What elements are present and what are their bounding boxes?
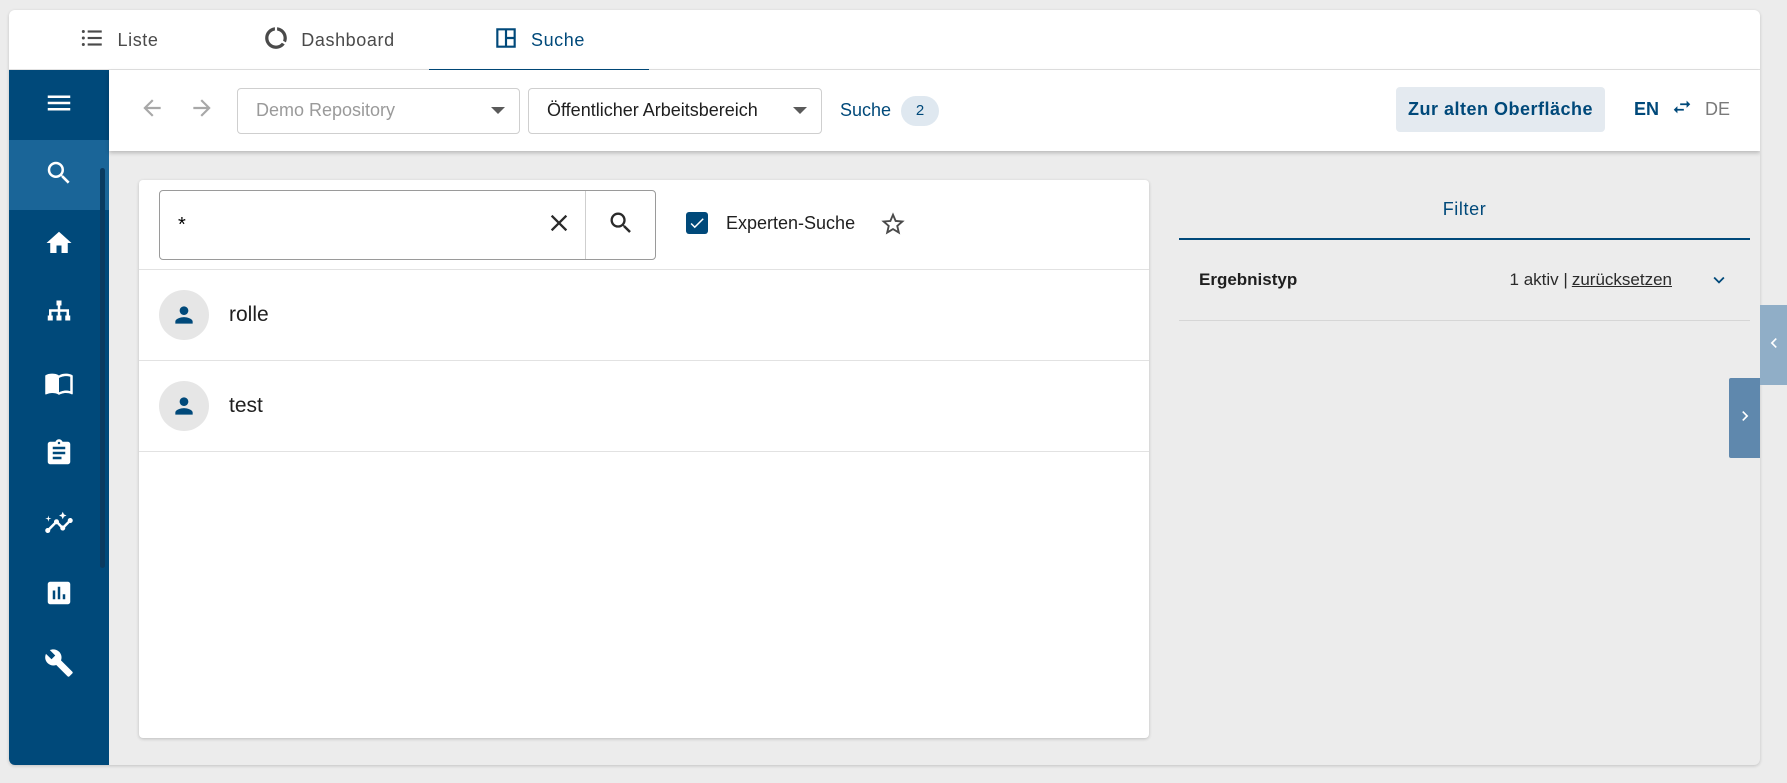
result-row-rolle[interactable]: rolle — [139, 270, 1149, 361]
app-window: Liste Dashboard Suche Demo Repository Öf… — [9, 10, 1760, 765]
top-tab-bar: Liste Dashboard Suche — [9, 10, 1760, 71]
sidebar-item-insights[interactable] — [9, 490, 109, 560]
clear-search-button[interactable] — [533, 191, 585, 259]
insights-icon — [44, 508, 74, 543]
tab-suche[interactable]: Suche — [429, 10, 649, 71]
lang-en-button[interactable]: EN — [1634, 99, 1659, 120]
favorite-star-button[interactable] — [879, 210, 907, 238]
home-icon — [44, 228, 74, 263]
sitemap-icon — [44, 298, 74, 333]
tab-dashboard[interactable]: Dashboard — [229, 10, 429, 70]
sidebar-item-menu[interactable] — [9, 70, 109, 140]
filter-row-ergebnistyp[interactable]: Ergebnistyp 1 aktiv | zurücksetzen — [1179, 240, 1750, 321]
tab-liste[interactable]: Liste — [9, 10, 229, 70]
expert-search-label: Experten-Suche — [726, 212, 856, 233]
caret-down-icon — [491, 107, 505, 114]
avatar — [159, 290, 209, 340]
chevron-left-icon — [1764, 333, 1784, 358]
list-icon — [79, 25, 105, 56]
lang-de-button[interactable]: DE — [1705, 99, 1730, 120]
search-row: Experten-Suche — [139, 180, 1149, 270]
search-icon — [44, 158, 74, 193]
caret-down-icon — [793, 107, 807, 114]
search-label[interactable]: Suche — [840, 100, 891, 121]
repository-select[interactable]: Demo Repository — [237, 87, 520, 134]
arrow-right-icon — [189, 95, 215, 126]
clipboard-icon — [44, 438, 74, 473]
star-outline-icon — [879, 212, 907, 242]
bar-chart-icon — [44, 578, 74, 613]
search-count-badge: 2 — [901, 95, 940, 126]
old-ui-button[interactable]: Zur alten Oberfläche — [1395, 87, 1605, 132]
expand-panel-button[interactable] — [1729, 378, 1760, 458]
repository-select-value: Demo Repository — [256, 100, 396, 120]
expert-search-toggle[interactable]: Experten-Suche — [686, 212, 855, 234]
forward-button[interactable] — [177, 86, 227, 136]
close-icon — [545, 209, 573, 242]
toolbar: Demo Repository Öffentlicher Arbeitsbere… — [109, 70, 1760, 151]
workspace-select-value: Öffentlicher Arbeitsbereich — [547, 100, 758, 120]
result-row-test[interactable]: test — [139, 361, 1149, 452]
sidebar-scrollbar[interactable] — [100, 168, 105, 568]
search-icon — [607, 209, 635, 242]
filter-panel: Filter Ergebnistyp 1 aktiv | zurücksetze… — [1179, 180, 1750, 321]
chevron-down-icon[interactable] — [1708, 269, 1730, 291]
sidebar-item-tools[interactable] — [9, 630, 109, 700]
back-button[interactable] — [127, 86, 177, 136]
result-label: test — [229, 394, 263, 417]
layout-icon — [493, 25, 519, 56]
wrench-icon — [44, 648, 74, 683]
menu-icon — [44, 88, 74, 123]
sidebar-item-statistics[interactable] — [9, 560, 109, 630]
filter-reset-link[interactable]: zurücksetzen — [1572, 270, 1672, 290]
person-icon — [175, 397, 193, 415]
search-box — [159, 190, 656, 260]
collapse-panel-button[interactable] — [1760, 305, 1787, 385]
sidebar-item-home[interactable] — [9, 210, 109, 280]
search-results-card: Experten-Suche rolle test — [139, 180, 1149, 738]
language-switch: EN DE — [1634, 87, 1730, 132]
tab-label: Suche — [530, 29, 586, 50]
check-icon — [690, 218, 704, 229]
search-submit-button[interactable] — [585, 191, 655, 259]
book-icon — [44, 368, 74, 403]
donut-icon — [263, 25, 289, 56]
filter-active-count: 1 aktiv | — [1509, 270, 1568, 289]
sidebar-item-hierarchy[interactable] — [9, 280, 109, 350]
avatar — [159, 381, 209, 431]
sidebar — [9, 70, 109, 765]
filter-name: Ergebnistyp — [1199, 270, 1298, 289]
result-label: rolle — [229, 303, 269, 326]
sidebar-item-clipboard[interactable] — [9, 420, 109, 490]
sidebar-item-book[interactable] — [9, 350, 109, 420]
sidebar-item-search[interactable] — [9, 140, 109, 210]
person-icon — [175, 306, 193, 324]
search-input[interactable] — [160, 191, 533, 259]
tab-label: Dashboard — [301, 29, 395, 50]
chevron-right-icon — [1735, 406, 1755, 431]
swap-icon[interactable] — [1671, 96, 1693, 123]
arrow-left-icon — [139, 95, 165, 126]
expert-search-checkbox[interactable] — [686, 212, 708, 234]
filter-title-tab[interactable]: Filter — [1179, 180, 1750, 240]
workspace-select[interactable]: Öffentlicher Arbeitsbereich — [528, 87, 822, 134]
tab-label: Liste — [117, 29, 159, 50]
